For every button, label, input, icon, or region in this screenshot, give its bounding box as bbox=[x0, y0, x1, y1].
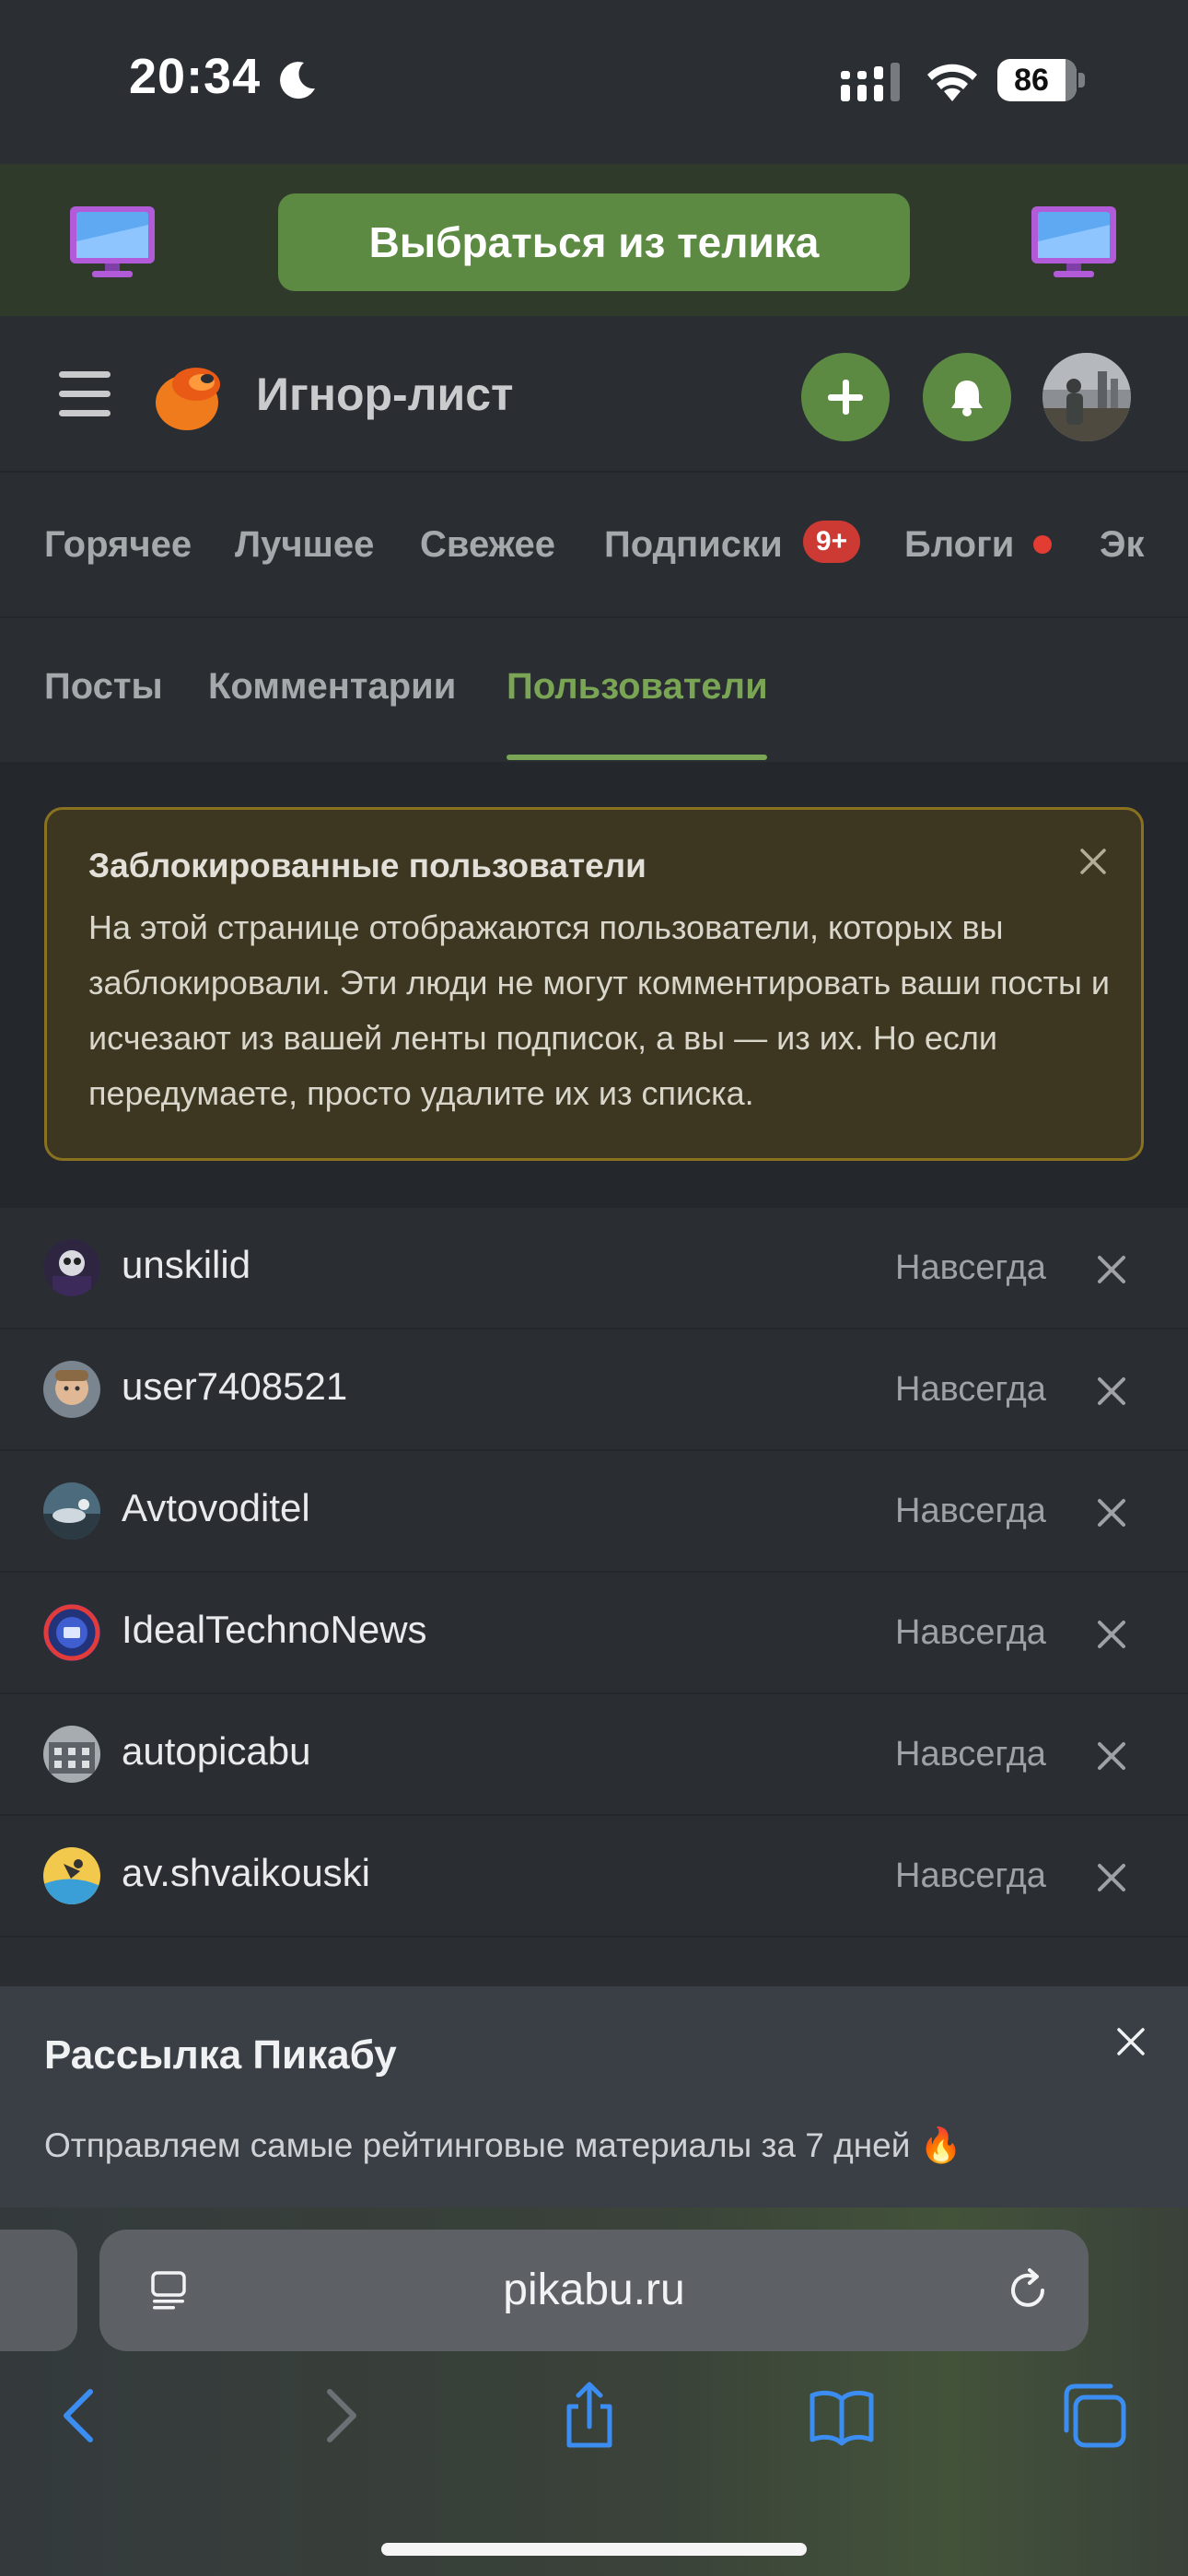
status-bar: 20:34 86 bbox=[0, 0, 1188, 164]
page-menu-icon[interactable] bbox=[147, 2270, 190, 2311]
remove-icon[interactable] bbox=[1094, 1374, 1129, 1409]
user-avatar[interactable] bbox=[43, 1361, 100, 1418]
remove-icon[interactable] bbox=[1094, 1495, 1129, 1530]
blocked-users-notice: Заблокированные пользователи На этой стр… bbox=[44, 807, 1144, 1161]
nav-best[interactable]: Лучшее bbox=[235, 524, 374, 566]
block-duration[interactable]: Навсегда bbox=[895, 1735, 1046, 1774]
username[interactable]: Avtovoditel bbox=[122, 1486, 310, 1530]
plus-icon bbox=[828, 380, 863, 415]
main-nav: Горячее Лучшее Свежее Подписки 9+ Блоги … bbox=[0, 474, 1188, 618]
notice-text: На этой странице отображаются пользовате… bbox=[88, 908, 1110, 1112]
blogs-dot-indicator bbox=[1033, 535, 1052, 554]
block-duration[interactable]: Навсегда bbox=[895, 1613, 1046, 1653]
block-duration[interactable]: Навсегда bbox=[895, 1856, 1046, 1896]
tv-icon bbox=[1031, 206, 1116, 277]
blocked-user-row: Avtovoditel Навсегда bbox=[0, 1451, 1188, 1573]
nav-subscriptions[interactable]: Подписки bbox=[604, 524, 783, 566]
blocked-user-row: IdealTechnoNews Навсегда bbox=[0, 1573, 1188, 1694]
site-header: Игнор-лист bbox=[0, 316, 1188, 473]
user-avatar[interactable] bbox=[43, 1604, 100, 1661]
username[interactable]: av.shvaikouski bbox=[122, 1851, 370, 1895]
username[interactable]: IdealTechnoNews bbox=[122, 1608, 427, 1652]
forward-icon[interactable] bbox=[302, 2379, 376, 2453]
share-icon[interactable] bbox=[553, 2379, 626, 2453]
block-duration[interactable]: Навсегда bbox=[895, 1492, 1046, 1531]
block-duration[interactable]: Навсегда bbox=[895, 1370, 1046, 1410]
nav-blogs[interactable]: Блоги bbox=[904, 524, 1014, 566]
close-icon[interactable] bbox=[1114, 2025, 1147, 2058]
blocked-users-list: unskilid Навсегда user7408521 Навсегда A… bbox=[0, 1208, 1188, 1938]
active-tab-indicator bbox=[507, 755, 767, 760]
newsletter-banner: Рассылка Пикабу Отправляем самые рейтинг… bbox=[0, 1986, 1188, 2207]
remove-icon[interactable] bbox=[1094, 1860, 1129, 1895]
browser-toolbar: pikabu.ru bbox=[0, 2207, 1188, 2576]
status-time: 20:34 bbox=[129, 49, 262, 104]
avatar-image bbox=[1042, 353, 1131, 441]
cellular-signal-icon bbox=[841, 63, 900, 101]
nav-more[interactable]: Эк bbox=[1100, 524, 1144, 566]
remove-icon[interactable] bbox=[1094, 1252, 1129, 1287]
url-text[interactable]: pikabu.ru bbox=[99, 2230, 1089, 2351]
tab-posts[interactable]: Посты bbox=[44, 666, 163, 708]
user-avatar[interactable] bbox=[43, 1239, 100, 1296]
remove-icon[interactable] bbox=[1094, 1739, 1129, 1774]
battery-icon: 86 bbox=[997, 59, 1085, 101]
promo-banner: Выбраться из телика bbox=[0, 164, 1188, 316]
notifications-button[interactable] bbox=[923, 353, 1011, 441]
user-avatar[interactable] bbox=[43, 1726, 100, 1783]
tab-comments[interactable]: Комментарии bbox=[208, 666, 456, 708]
close-icon[interactable] bbox=[1077, 845, 1110, 878]
subscriptions-badge: 9+ bbox=[803, 521, 860, 563]
reload-icon[interactable] bbox=[1002, 2265, 1054, 2316]
blocked-user-row: unskilid Навсегда bbox=[0, 1208, 1188, 1329]
tab-users[interactable]: Пользователи bbox=[507, 666, 768, 708]
wifi-icon bbox=[927, 64, 977, 101]
username[interactable]: autopicabu bbox=[122, 1729, 311, 1774]
bookmarks-icon[interactable] bbox=[805, 2379, 879, 2453]
blocked-user-row: av.shvaikouski Навсегда bbox=[0, 1816, 1188, 1938]
nav-hot[interactable]: Горячее bbox=[44, 524, 192, 566]
ignore-tabs: Посты Комментарии Пользователи bbox=[0, 618, 1188, 762]
bell-icon bbox=[951, 381, 983, 416]
block-duration[interactable]: Навсегда bbox=[895, 1248, 1046, 1288]
previous-tab-preview[interactable] bbox=[0, 2230, 77, 2351]
user-avatar[interactable] bbox=[43, 1847, 100, 1904]
add-post-button[interactable] bbox=[801, 353, 890, 441]
username[interactable]: unskilid bbox=[122, 1243, 250, 1287]
notice-title: Заблокированные пользователи bbox=[88, 847, 646, 884]
battery-level: 86 bbox=[1014, 63, 1049, 98]
page-title: Игнор-лист bbox=[256, 369, 514, 420]
content-area: Заблокированные пользователи На этой стр… bbox=[0, 762, 1188, 1208]
pikabu-logo[interactable] bbox=[152, 358, 229, 436]
home-indicator bbox=[381, 2543, 807, 2556]
tabs-icon[interactable] bbox=[1057, 2379, 1131, 2453]
blocked-user-row: autopicabu Навсегда bbox=[0, 1694, 1188, 1816]
address-bar[interactable]: pikabu.ru bbox=[99, 2230, 1089, 2351]
nav-fresh[interactable]: Свежее bbox=[420, 524, 555, 566]
exit-tv-button[interactable]: Выбраться из телика bbox=[278, 193, 910, 291]
newsletter-title: Рассылка Пикабу bbox=[44, 2032, 397, 2078]
user-avatar[interactable] bbox=[43, 1482, 100, 1540]
moon-icon bbox=[280, 62, 315, 100]
newsletter-text: Отправляем самые рейтинговые материалы з… bbox=[44, 2126, 962, 2164]
back-icon[interactable] bbox=[44, 2379, 118, 2453]
remove-icon[interactable] bbox=[1094, 1617, 1129, 1652]
tv-icon bbox=[70, 206, 155, 277]
username[interactable]: user7408521 bbox=[122, 1364, 347, 1409]
blocked-user-row: user7408521 Навсегда bbox=[0, 1329, 1188, 1451]
hamburger-menu-icon[interactable] bbox=[59, 371, 111, 417]
user-avatar[interactable] bbox=[1042, 353, 1131, 441]
